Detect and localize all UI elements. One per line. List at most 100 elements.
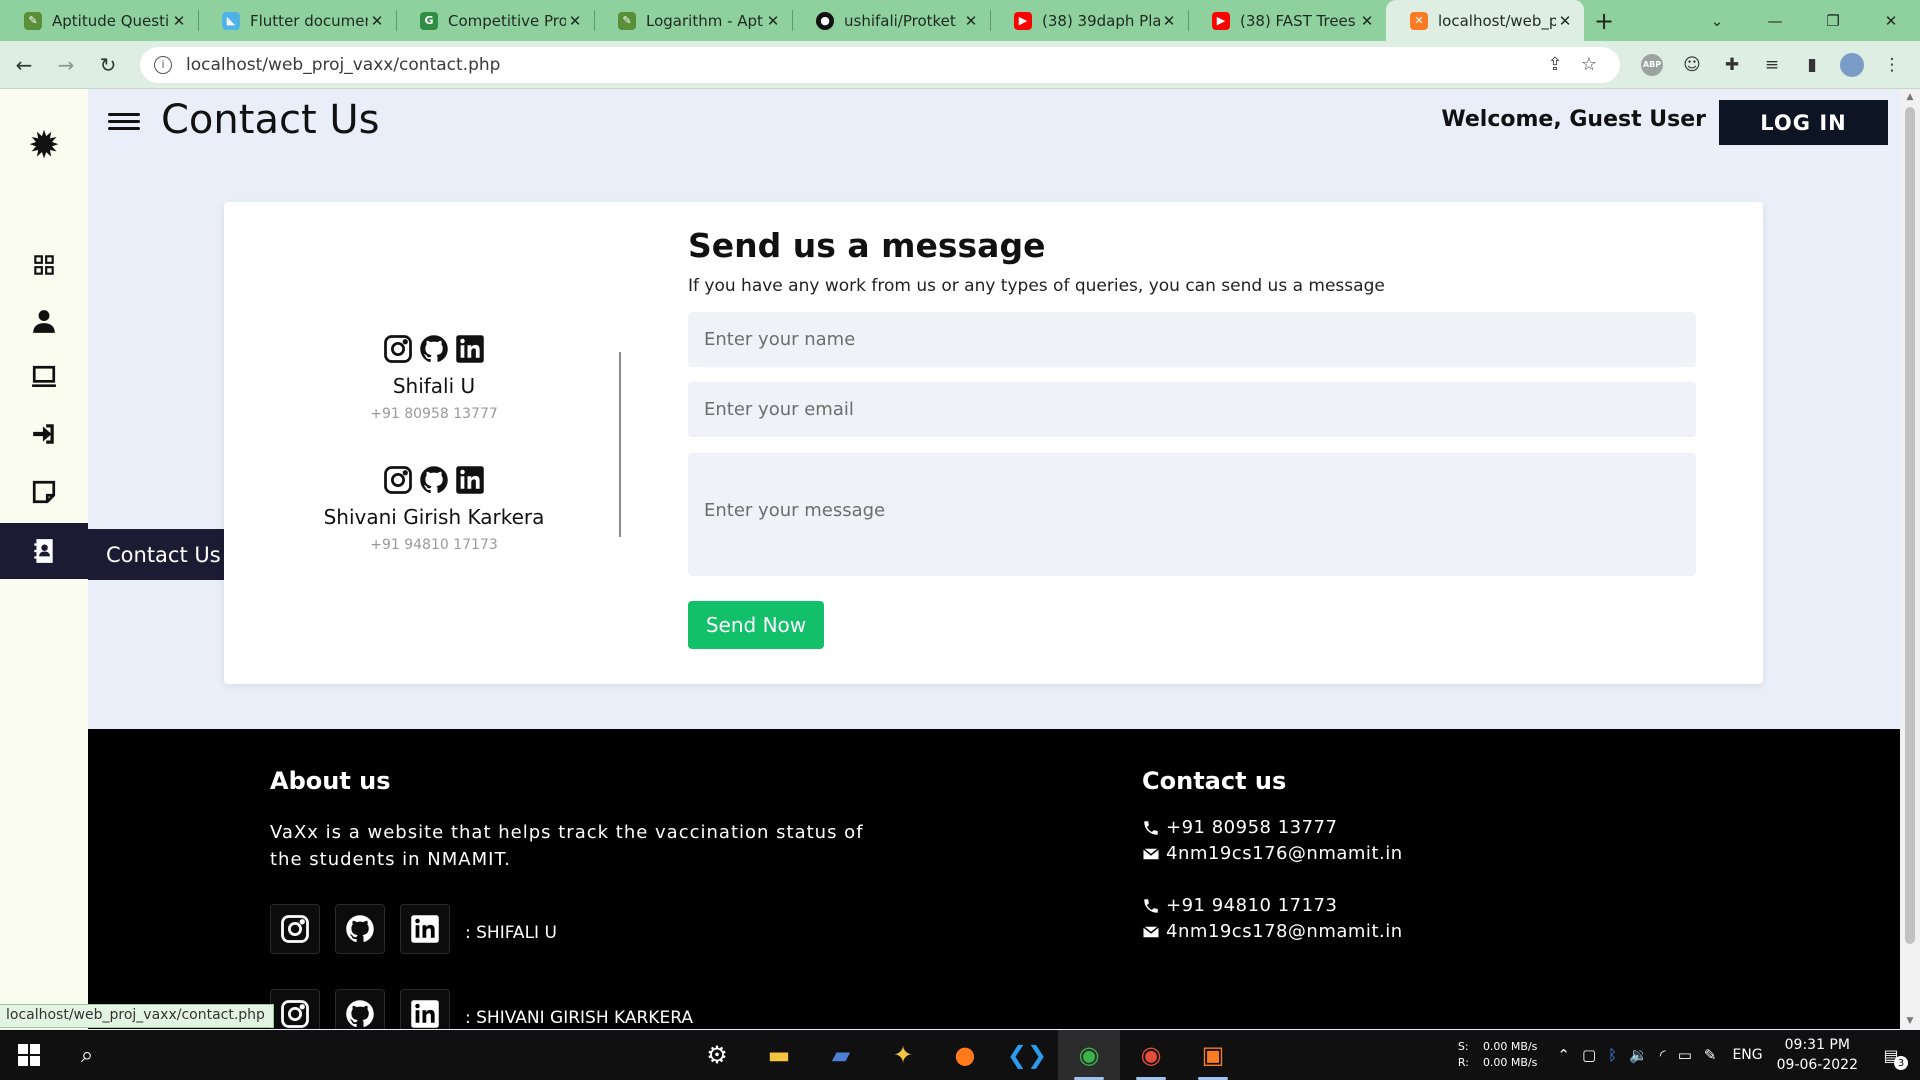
instagram-icon[interactable] xyxy=(270,989,320,1029)
sidebar-item-dashboard[interactable] xyxy=(0,237,88,293)
github-icon[interactable] xyxy=(335,904,385,954)
chrome-profile-icon[interactable]: ◉ xyxy=(1120,1030,1182,1080)
browser-menu-icon[interactable]: ⋮ xyxy=(1872,47,1912,83)
address-url[interactable]: localhost/web_proj_vaxx/contact.php xyxy=(186,55,1538,75)
linkedin-icon[interactable] xyxy=(455,334,485,364)
close-icon[interactable]: ✕ xyxy=(368,12,386,30)
footer-social-row: : SHIVANI GIRISH KARKERA xyxy=(270,989,693,1029)
xampp-icon: ✕ xyxy=(1410,11,1428,30)
file-explorer-icon[interactable]: ▬ xyxy=(748,1030,810,1080)
powershell-icon[interactable]: ▰ xyxy=(810,1030,872,1080)
device-icon[interactable]: ▢ xyxy=(1582,1046,1596,1064)
sidebar-item-contact[interactable] xyxy=(0,523,88,579)
language-indicator[interactable]: ENG xyxy=(1732,1047,1762,1063)
close-icon[interactable]: ✕ xyxy=(566,12,584,30)
browser-tab[interactable]: ● ushifali/Protket ✕ xyxy=(792,0,990,41)
instagram-icon[interactable] xyxy=(383,334,413,364)
scrollbar-thumb[interactable] xyxy=(1905,107,1915,944)
welcome-text: Welcome, Guest User xyxy=(1441,107,1706,132)
browser-tab[interactable]: ▶ (38) 39daph Plays ✕ xyxy=(990,0,1188,41)
footer-phone: +91 94810 17173 xyxy=(1142,895,1337,916)
extensions-puzzle-icon[interactable]: ✚ xyxy=(1712,47,1752,83)
volume-icon[interactable]: 🔉 xyxy=(1629,1046,1648,1064)
email-address[interactable]: 4nm19cs176@nmamit.in xyxy=(1166,843,1403,864)
clock[interactable]: 09:31 PM 09-06-2022 xyxy=(1777,1035,1858,1075)
firefox-icon[interactable]: ● xyxy=(934,1030,996,1080)
settings-gear-icon[interactable]: ⚙ xyxy=(686,1030,748,1080)
windows-start-icon[interactable] xyxy=(0,1030,58,1080)
browser-tab[interactable]: ✎ Aptitude Questions ✕ xyxy=(0,0,198,41)
linkedin-icon[interactable] xyxy=(455,465,485,495)
name-input[interactable] xyxy=(688,312,1696,367)
send-now-button[interactable]: Send Now xyxy=(688,601,824,649)
email-input[interactable] xyxy=(688,382,1696,437)
new-tab-button[interactable]: + xyxy=(1584,0,1624,41)
footer-phone: +91 80958 13777 xyxy=(1142,817,1337,838)
instagram-icon[interactable] xyxy=(383,465,413,495)
phone-number[interactable]: +91 80958 13777 xyxy=(1166,817,1337,838)
extension-face-icon[interactable]: ☺ xyxy=(1672,47,1712,83)
github-icon[interactable] xyxy=(419,334,449,364)
close-icon[interactable]: ✕ xyxy=(764,12,782,30)
scroll-down-icon[interactable]: ▼ xyxy=(1900,1013,1920,1029)
sidebar-item-login[interactable] xyxy=(0,406,88,462)
member-name: Shivani Girish Karkera xyxy=(323,505,545,529)
page-scrollbar[interactable]: ▲ ▼ xyxy=(1900,89,1920,1029)
back-icon[interactable]: ← xyxy=(6,47,42,83)
reading-list-icon[interactable]: ≡ xyxy=(1752,47,1792,83)
email-address[interactable]: 4nm19cs178@nmamit.in xyxy=(1166,921,1403,942)
chevron-up-icon[interactable]: ⌃ xyxy=(1557,1046,1570,1064)
close-icon[interactable]: ✕ xyxy=(1556,12,1574,30)
chrome-icon[interactable]: ◉ xyxy=(1058,1030,1120,1080)
contact-card-icon xyxy=(34,539,53,563)
linkedin-icon[interactable] xyxy=(400,904,450,954)
forward-icon[interactable]: → xyxy=(48,47,84,83)
phone-number[interactable]: +91 94810 17173 xyxy=(1166,895,1337,916)
bluetooth-icon[interactable]: ᛒ xyxy=(1608,1046,1617,1064)
browser-tab[interactable]: ▶ (38) FAST Trees Ju ✕ xyxy=(1188,0,1386,41)
footer-social-row: : SHIFALI U xyxy=(270,904,557,954)
sidebar-item-devices[interactable] xyxy=(0,349,88,405)
restore-icon[interactable]: ❐ xyxy=(1804,0,1862,41)
vscode-icon[interactable]: ❮❯ xyxy=(996,1030,1058,1080)
search-icon[interactable]: ⌕ xyxy=(58,1030,116,1080)
side-panel-icon[interactable]: ▮ xyxy=(1792,47,1832,83)
sidebar-item-profile[interactable] xyxy=(0,293,88,349)
tab-search-icon[interactable]: ⌄ xyxy=(1688,0,1746,41)
github-icon[interactable] xyxy=(335,989,385,1029)
login-button[interactable]: LOG IN xyxy=(1719,100,1888,145)
notifications-icon[interactable]: ▤ 3 xyxy=(1876,1040,1908,1070)
share-icon[interactable]: ⇪ xyxy=(1538,54,1572,75)
youtube-icon: ▶ xyxy=(1212,11,1230,30)
reload-icon[interactable]: ↻ xyxy=(90,47,126,83)
wifi-icon[interactable]: ◜ xyxy=(1660,1046,1666,1064)
linkedin-icon[interactable] xyxy=(400,989,450,1029)
address-bar[interactable]: i localhost/web_proj_vaxx/contact.php ⇪ … xyxy=(140,46,1620,83)
instagram-icon[interactable] xyxy=(270,904,320,954)
browser-tab[interactable]: ✎ Logarithm - Aptitude ✕ xyxy=(594,0,792,41)
browser-tab-active[interactable]: ✕ localhost/web_proj ✕ xyxy=(1386,0,1584,41)
profile-avatar-icon[interactable] xyxy=(1832,47,1872,83)
pen-icon[interactable]: ✎ xyxy=(1704,1046,1717,1064)
message-input[interactable] xyxy=(688,453,1696,576)
adblock-icon[interactable]: ABP xyxy=(1632,47,1672,83)
battery-icon[interactable]: ▭ xyxy=(1678,1046,1692,1064)
member-phone: +91 80958 13777 xyxy=(370,406,498,422)
browser-tab[interactable]: G Competitive Programming ✕ xyxy=(396,0,594,41)
scroll-up-icon[interactable]: ▲ xyxy=(1900,89,1920,105)
close-icon[interactable]: ✕ xyxy=(170,12,188,30)
github-icon[interactable] xyxy=(419,465,449,495)
bookmark-star-icon[interactable]: ☆ xyxy=(1572,54,1606,75)
browser-tab[interactable]: ◣ Flutter documentation ✕ xyxy=(198,0,396,41)
minimize-icon[interactable]: — xyxy=(1746,0,1804,41)
bee-app-icon[interactable]: ✦ xyxy=(872,1030,934,1080)
gear-logo-icon[interactable]: ✹ xyxy=(24,123,64,167)
close-icon[interactable]: ✕ xyxy=(962,12,980,30)
site-info-icon[interactable]: i xyxy=(154,55,172,74)
close-icon[interactable]: ✕ xyxy=(1358,12,1376,30)
close-icon[interactable]: ✕ xyxy=(1160,12,1178,30)
close-window-icon[interactable]: ✕ xyxy=(1862,0,1920,41)
hamburger-menu-icon[interactable] xyxy=(108,109,140,137)
sidebar-item-notes[interactable] xyxy=(0,464,88,520)
xampp-icon[interactable]: ▣ xyxy=(1182,1030,1244,1080)
